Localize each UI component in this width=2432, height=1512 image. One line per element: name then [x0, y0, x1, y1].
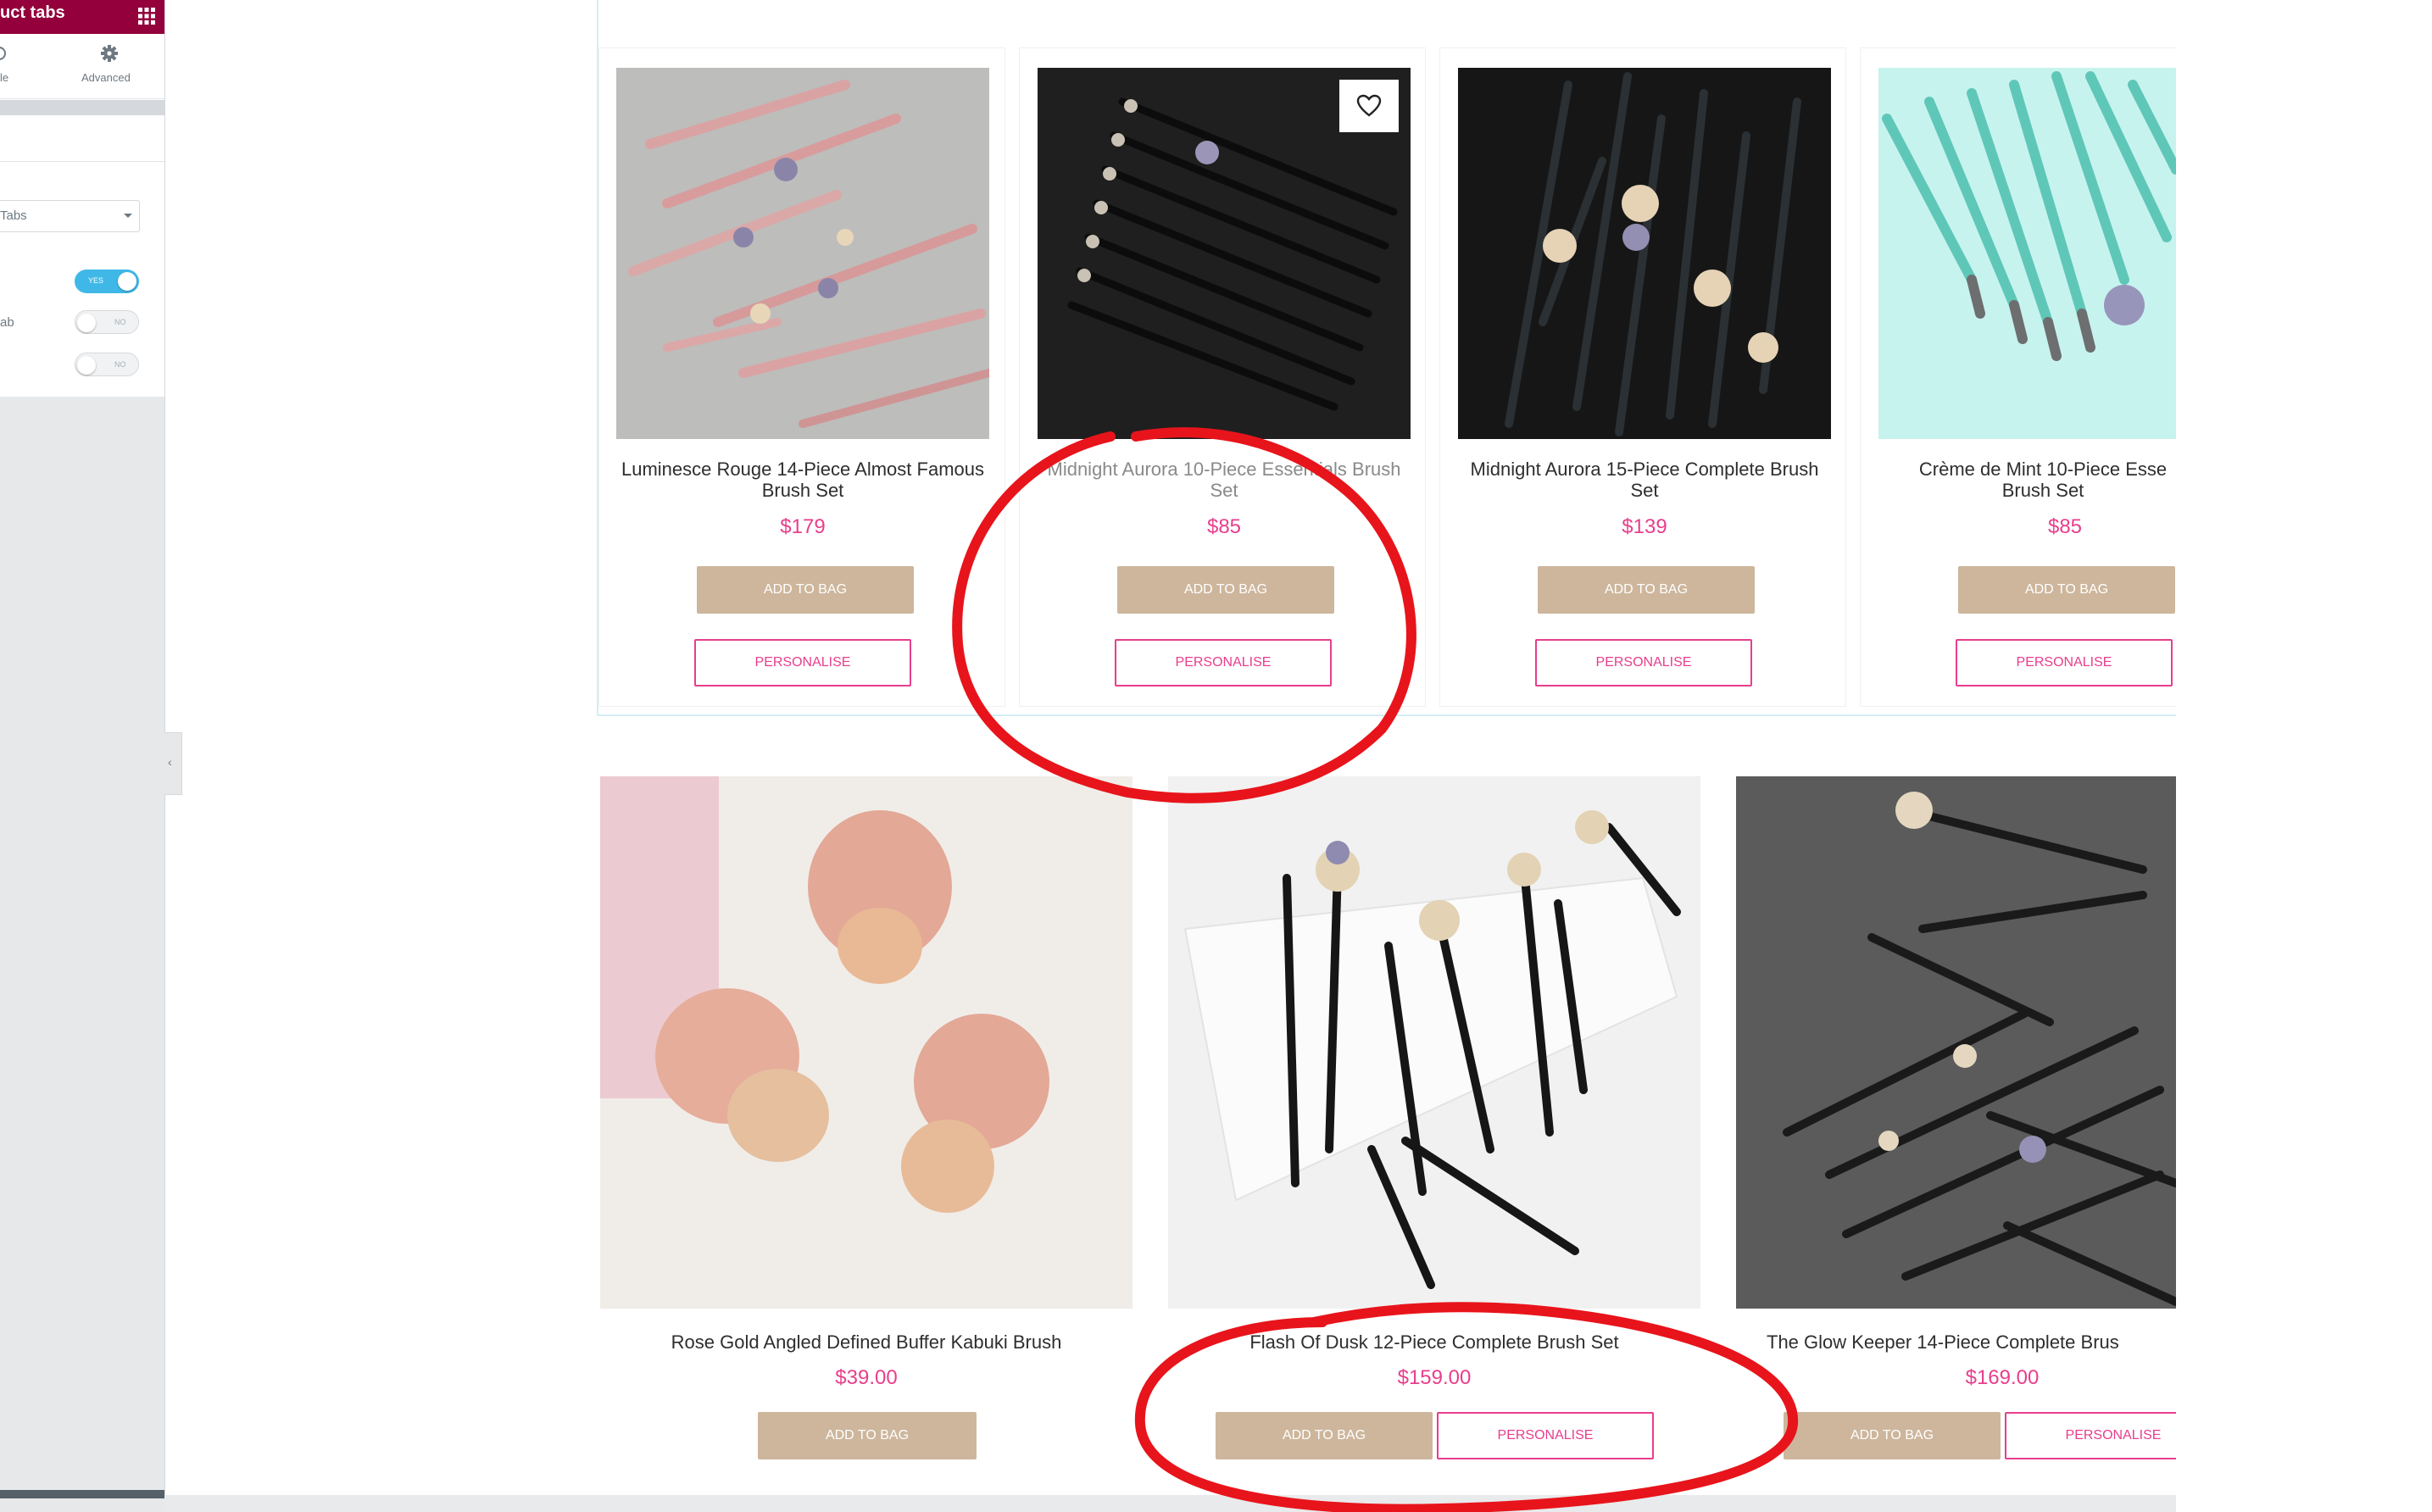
toggle-1-text: YES — [88, 276, 104, 285]
product-title[interactable]: Rose Gold Angled Defined Buffer Kabuki B… — [600, 1331, 1133, 1353]
product-photo-kabuki-brushes — [600, 776, 1133, 1309]
editor-panel-title: uct tabs — [0, 3, 65, 22]
control-label: ab — [0, 315, 14, 330]
toggle-2-knob — [77, 314, 96, 332]
add-to-bag-button[interactable]: ADD TO BAG — [1958, 566, 2175, 614]
product-photo-pink-brushes — [616, 68, 989, 439]
product-photo-black-brush-set-marble — [1168, 776, 1700, 1309]
toggle-switch-2[interactable]: NO — [75, 310, 139, 334]
editor-panel-tabs: le Advanced — [0, 34, 164, 99]
product-price: $169.00 — [1965, 1366, 2040, 1389]
product-image[interactable] — [616, 68, 989, 439]
personalise-button[interactable]: PERSONALISE — [1115, 639, 1332, 687]
panel-separator — [0, 100, 164, 115]
product-price: $85 — [2047, 515, 2083, 538]
panel-footer-bar — [0, 1490, 164, 1498]
tabs-select[interactable]: Tabs — [0, 200, 140, 232]
toggle-switch-1[interactable]: YES — [75, 270, 139, 293]
product-price: $139 — [1622, 515, 1667, 538]
wishlist-button[interactable] — [1339, 80, 1399, 132]
product-price: $85 — [1206, 515, 1242, 538]
product-title[interactable]: Crème de Mint 10-Piece Esse Brush Set — [1878, 459, 2194, 501]
add-to-bag-button[interactable]: ADD TO BAG — [1216, 1412, 1433, 1459]
product-photo-mint-brushes — [1878, 68, 2176, 439]
toggle-2-text: NO — [114, 318, 126, 326]
personalise-button[interactable]: PERSONALISE — [694, 639, 911, 687]
product-title[interactable]: Flash Of Dusk 12-Piece Complete Brush Se… — [1168, 1331, 1700, 1353]
panel-collapse-handle[interactable]: ‹ — [164, 732, 182, 795]
personalise-button[interactable]: PERSONALISE — [1956, 639, 2173, 687]
product-title[interactable]: Midnight Aurora 15-Piece Complete Brush … — [1458, 459, 1831, 501]
personalise-button-clip: PERSONALISE — [2005, 1412, 2176, 1459]
tab-style[interactable]: le — [0, 42, 15, 93]
style-circle-icon — [0, 47, 6, 60]
add-to-bag-button[interactable]: ADD TO BAG — [1117, 566, 1334, 614]
panel-section-header[interactable] — [0, 124, 164, 162]
section-outline-bottom — [597, 714, 2176, 716]
add-to-bag-button[interactable]: ADD TO BAG — [697, 566, 914, 614]
tab-advanced-label: Advanced — [81, 71, 131, 84]
tab-style-label: le — [0, 71, 9, 84]
product-image[interactable] — [1168, 776, 1700, 1309]
chevron-left-icon: ‹ — [168, 755, 172, 769]
product-image[interactable] — [600, 776, 1133, 1309]
canvas-footer-strip — [164, 1495, 2176, 1512]
product-price: $39.00 — [835, 1366, 898, 1389]
product-price: $179 — [780, 515, 826, 538]
add-to-bag-button[interactable]: ADD TO BAG — [1784, 1412, 2001, 1459]
toggle-3-text: NO — [114, 360, 126, 369]
personalise-button[interactable]: PERSONALISE — [2005, 1412, 2176, 1459]
gear-icon — [101, 45, 118, 62]
product-title[interactable]: Midnight Aurora 10-Piece Essentials Brus… — [1038, 459, 1411, 501]
tab-advanced[interactable]: Advanced — [75, 42, 142, 93]
tabs-select-value: Tabs — [0, 208, 27, 223]
personalise-button[interactable]: PERSONALISE — [1437, 1412, 1654, 1459]
product-photo-black-brush-set — [1458, 68, 1831, 439]
widgets-grid-icon[interactable] — [137, 7, 156, 25]
editor-panel-header: uct tabs — [0, 0, 164, 34]
product-photo-glow-keeper-brushes — [1736, 776, 2176, 1309]
product-image[interactable] — [1458, 68, 1831, 439]
editor-panel: uct tabs le Advanced Tabs YES ab NO NO — [0, 0, 165, 1512]
add-to-bag-button[interactable]: ADD TO BAG — [758, 1412, 977, 1459]
toggle-3-knob — [77, 356, 96, 375]
caret-down-icon — [124, 214, 132, 218]
add-to-bag-button[interactable]: ADD TO BAG — [1538, 566, 1755, 614]
product-image[interactable] — [1878, 68, 2176, 439]
personalise-button[interactable]: PERSONALISE — [1535, 639, 1752, 687]
product-title[interactable]: The Glow Keeper 14-Piece Complete Brus — [1767, 1331, 2176, 1353]
toggle-switch-3[interactable]: NO — [75, 353, 139, 376]
product-title[interactable]: Luminesce Rouge 14-Piece Almost Famous B… — [616, 459, 989, 501]
heart-icon — [1356, 94, 1382, 117]
product-title-text: Crème de Mint 10-Piece Esse Brush Set — [1918, 459, 2168, 501]
product-image[interactable] — [1736, 776, 2176, 1309]
toggle-1-knob — [118, 272, 136, 291]
product-price: $159.00 — [1397, 1366, 1472, 1389]
